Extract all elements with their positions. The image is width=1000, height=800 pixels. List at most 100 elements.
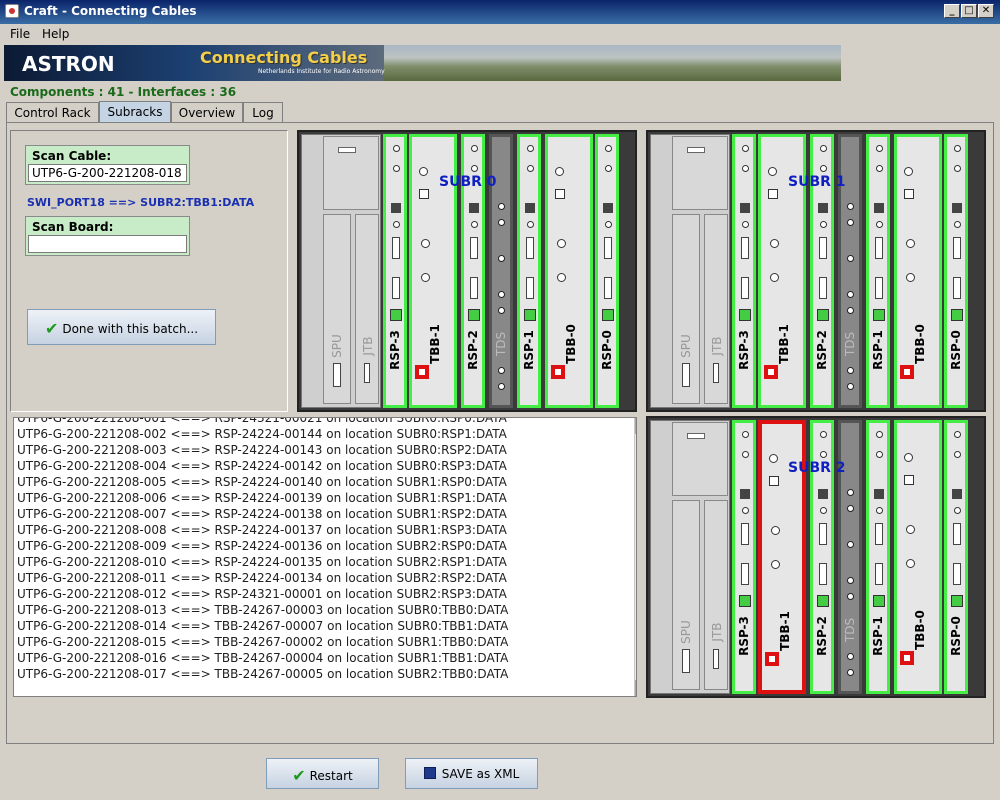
jtb-label: JTB bbox=[361, 336, 375, 356]
mapping-text: SWI_PORT18 ==> SUBR2:TBB1:DATA bbox=[27, 196, 255, 209]
spu-label: SPU bbox=[679, 620, 693, 644]
log-line: UTP6-G-200-221208-012 <==> RSP-24321-000… bbox=[17, 587, 507, 601]
restart-button[interactable]: ✔ Restart bbox=[266, 758, 379, 789]
slot-label: TDS bbox=[843, 617, 857, 643]
slot-label: TDS bbox=[843, 331, 857, 357]
scan-board-label: Scan Board: bbox=[32, 220, 114, 234]
log-line: UTP6-G-200-221208-011 <==> RSP-24224-001… bbox=[17, 571, 507, 585]
component-counts: Components : 41 - Interfaces : 36 bbox=[10, 85, 237, 99]
slot-tbb-0[interactable]: TBB-0 bbox=[545, 134, 593, 408]
tab-overview[interactable]: Overview bbox=[171, 102, 243, 123]
spu-slot[interactable]: SPU bbox=[672, 500, 700, 690]
scan-cable-input[interactable]: UTP6-G-200-221208-018 bbox=[28, 164, 187, 182]
slot-tbb-0[interactable]: TBB-0 bbox=[894, 134, 942, 408]
banner-image: ASTRON Connecting Cables Netherlands Ins… bbox=[4, 45, 841, 81]
title-bar: Craft - Connecting Cables _ □ ✕ bbox=[0, 0, 1000, 24]
restart-label: Restart bbox=[309, 769, 353, 783]
save-xml-label: SAVE as XML bbox=[441, 767, 520, 781]
menu-help[interactable]: Help bbox=[42, 27, 69, 41]
slot-rsp-1[interactable]: RSP-1 bbox=[866, 134, 890, 408]
jtb-label: JTB bbox=[710, 336, 724, 356]
java-app-icon bbox=[5, 4, 19, 18]
window-title: Craft - Connecting Cables bbox=[24, 4, 197, 18]
floppy-disk-icon bbox=[423, 767, 436, 779]
subrack-2: SPU JTB RSP-3 TBB-1 RSP-2 TDS RSP-1 TBB-0 RSP-0 S… bbox=[646, 416, 986, 698]
log-line: UTP6-G-200-221208-004 <==> RSP-24224-001… bbox=[17, 459, 507, 473]
menu-bar: File Help bbox=[0, 24, 1000, 44]
slot-rsp-1[interactable]: RSP-1 bbox=[517, 134, 541, 408]
slot-label: RSP-3 bbox=[388, 330, 402, 370]
jtb-label: JTB bbox=[710, 622, 724, 642]
spu-label: SPU bbox=[330, 334, 344, 358]
log-scrollbar[interactable]: ▲ ▼ bbox=[634, 418, 637, 696]
jtb-slot[interactable]: JTB bbox=[704, 500, 728, 690]
subrack-name: SUBR 1 bbox=[788, 174, 846, 190]
slot-label: TBB-0 bbox=[913, 610, 927, 650]
slot-rsp-3[interactable]: RSP-3 bbox=[383, 134, 407, 408]
slot-label: TBB-1 bbox=[428, 324, 442, 364]
log-line: UTP6-G-200-221208-006 <==> RSP-24224-001… bbox=[17, 491, 507, 505]
menu-file[interactable]: File bbox=[10, 27, 30, 41]
scan-board-input[interactable] bbox=[28, 235, 187, 253]
done-batch-button[interactable]: ✔ Done with this batch... bbox=[27, 309, 216, 345]
tab-subracks[interactable]: Subracks bbox=[99, 101, 171, 123]
subrack-name: SUBR 2 bbox=[788, 460, 846, 476]
log-line: UTP6-G-200-221208-015 <==> TBB-24267-000… bbox=[17, 635, 509, 649]
cable-log-list[interactable]: UTP6-G-200-221208-001 <==> RSP-24321-000… bbox=[13, 417, 637, 697]
log-line: UTP6-G-200-221208-009 <==> RSP-24224-001… bbox=[17, 539, 507, 553]
slot-label: RSP-2 bbox=[815, 616, 829, 656]
log-line: UTP6-G-200-221208-007 <==> RSP-24224-001… bbox=[17, 507, 507, 521]
scan-cable-box: Scan Cable: UTP6-G-200-221208-018 bbox=[25, 145, 190, 185]
slot-label: RSP-3 bbox=[737, 616, 751, 656]
slot-rsp-0[interactable]: RSP-0 bbox=[595, 134, 619, 408]
log-line: UTP6-G-200-221208-017 <==> TBB-24267-000… bbox=[17, 667, 509, 681]
slot-rsp-3[interactable]: RSP-3 bbox=[732, 420, 756, 694]
slot-label: RSP-2 bbox=[815, 330, 829, 370]
slot-tbb-0[interactable]: TBB-0 bbox=[894, 420, 942, 694]
slot-label: RSP-2 bbox=[466, 330, 480, 370]
close-button[interactable]: ✕ bbox=[978, 4, 994, 18]
spu-slot[interactable]: SPU bbox=[672, 214, 700, 404]
log-line: UTP6-G-200-221208-005 <==> RSP-24224-001… bbox=[17, 475, 507, 489]
log-line: UTP6-G-200-221208-008 <==> RSP-24224-001… bbox=[17, 523, 507, 537]
banner-subtitle: Netherlands Institute for Radio Astronom… bbox=[258, 68, 385, 75]
log-line: UTP6-G-200-221208-014 <==> TBB-24267-000… bbox=[17, 619, 509, 633]
scroll-up-icon[interactable]: ▲ bbox=[635, 418, 636, 434]
scan-cable-label: Scan Cable: bbox=[32, 149, 112, 163]
log-line: UTP6-G-200-221208-013 <==> TBB-24267-000… bbox=[17, 603, 509, 617]
log-line: UTP6-G-200-221208-016 <==> TBB-24267-000… bbox=[17, 651, 509, 665]
slot-label: RSP-3 bbox=[737, 330, 751, 370]
subrack-1: SPU JTB RSP-3 TBB-1 RSP-2 TDS RSP-1 TBB-0 RSP-0 S… bbox=[646, 130, 986, 412]
subrack-0: SPU JTB RSP-3 TBB-1 RSP-2 TDS RSP-1 TBB-0 RSP-0 S… bbox=[297, 130, 637, 412]
log-line: UTP6-G-200-221208-001 <==> RSP-24321-000… bbox=[17, 417, 507, 425]
done-batch-label: Done with this batch... bbox=[62, 322, 199, 336]
tab-log[interactable]: Log bbox=[243, 102, 283, 123]
checkmark-icon: ✔ bbox=[292, 766, 306, 785]
power-supply-top bbox=[323, 136, 379, 210]
minimize-button[interactable]: _ bbox=[944, 4, 960, 18]
jtb-slot[interactable]: JTB bbox=[704, 214, 728, 404]
power-supply-top bbox=[672, 422, 728, 496]
banner-title: Connecting Cables bbox=[200, 48, 368, 67]
slot-label: TDS bbox=[494, 331, 508, 357]
slot-label: TBB-0 bbox=[564, 324, 578, 364]
slot-label: RSP-1 bbox=[871, 616, 885, 656]
checkmark-icon: ✔ bbox=[44, 319, 59, 338]
save-xml-button[interactable]: SAVE as XML bbox=[405, 758, 538, 789]
jtb-slot[interactable]: JTB bbox=[355, 214, 379, 404]
scroll-down-icon[interactable]: ▼ bbox=[635, 680, 636, 696]
spu-slot[interactable]: SPU bbox=[323, 214, 351, 404]
slot-rsp-3[interactable]: RSP-3 bbox=[732, 134, 756, 408]
slot-label: TBB-1 bbox=[777, 324, 791, 364]
power-supply-top bbox=[672, 136, 728, 210]
scan-board-box: Scan Board: bbox=[25, 216, 190, 256]
field-photo bbox=[384, 45, 841, 81]
slot-label: RSP-1 bbox=[871, 330, 885, 370]
slot-rsp-0[interactable]: RSP-0 bbox=[944, 420, 968, 694]
slot-rsp-0[interactable]: RSP-0 bbox=[944, 134, 968, 408]
tab-control-rack[interactable]: Control Rack bbox=[6, 102, 99, 123]
astron-logo: ASTRON bbox=[22, 52, 115, 76]
slot-rsp-1[interactable]: RSP-1 bbox=[866, 420, 890, 694]
maximize-button[interactable]: □ bbox=[961, 4, 977, 18]
scroll-thumb[interactable] bbox=[636, 438, 637, 678]
